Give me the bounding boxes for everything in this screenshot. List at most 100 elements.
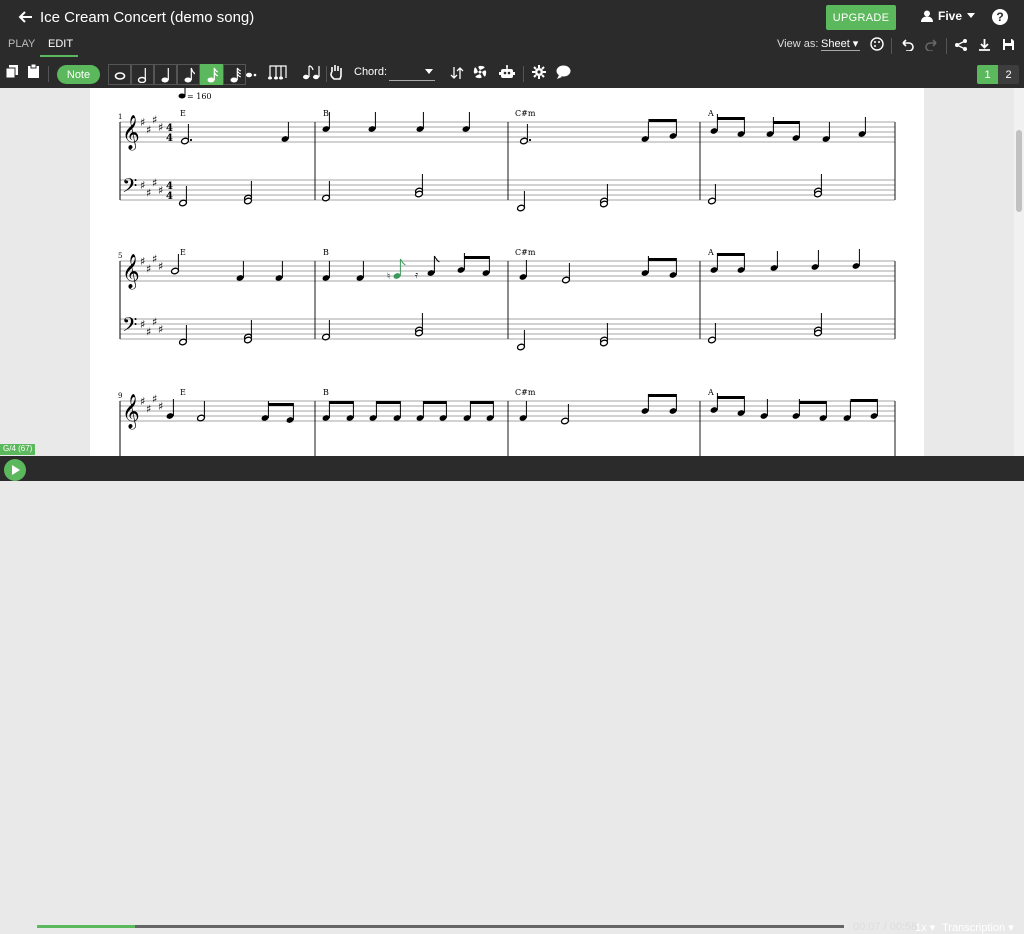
chevron-down-icon: [425, 69, 433, 74]
user-icon: [921, 10, 933, 22]
score-page[interactable]: = 160 1 𝄞 𝄢 ♯ ♯ ♯ ♯ ♯ ♯ ♯ ♯ 4 4 4 4 E B C#m A 5 𝄞 𝄢 ♯ ♯ ♯ ♯ ♯ ♯ ♯ ♯ E B…: [90, 88, 924, 456]
chord-symbol: B: [323, 388, 329, 397]
sharp-icon: ♯: [158, 323, 163, 336]
eighth-note-icon: [184, 67, 195, 82]
progress-track[interactable]: [37, 925, 844, 928]
copy-icon[interactable]: [5, 64, 19, 79]
save-icon[interactable]: [1002, 38, 1015, 51]
score-system[interactable]: 1 𝄞𝄢♯♯♯♯♯♯♯♯4444E B C#m A: [118, 109, 896, 212]
note-mode-button[interactable]: Note: [57, 65, 100, 84]
sharp-icon: ♯: [158, 260, 163, 273]
download-icon[interactable]: [978, 38, 991, 52]
mode-bar: PLAY EDIT View as: Sheet ▾: [0, 35, 1024, 59]
app-header: Ice Cream Concert (demo song) UPGRADE Fi…: [0, 0, 1024, 35]
chord-symbol: C#m: [515, 388, 536, 397]
quarter-note-button[interactable]: [154, 64, 177, 85]
share-icon[interactable]: [954, 38, 968, 52]
upgrade-button[interactable]: UPGRADE: [826, 5, 896, 30]
help-icon[interactable]: ?: [992, 9, 1008, 25]
thirty-second-note-button[interactable]: [223, 64, 246, 85]
rest-icon: 𝄿: [415, 270, 418, 281]
sharp-icon: ♯: [158, 400, 163, 413]
sharp-icon: ♯: [146, 403, 151, 416]
view-as-label: View as:: [777, 38, 819, 50]
page-selector: 1 2: [977, 65, 1019, 84]
user-name: Five: [938, 9, 963, 23]
chord-symbol: E: [180, 388, 186, 397]
chord-select[interactable]: [389, 64, 435, 81]
chord-symbol: E: [180, 109, 186, 118]
page-2-tab[interactable]: 2: [998, 65, 1019, 84]
chord-symbol: B: [323, 248, 329, 257]
score-system[interactable]: 5 𝄞𝄢♯♯♯♯♯♯♯♯E B C#m A♮ 𝄿: [118, 248, 896, 351]
transpose-icon[interactable]: [450, 66, 464, 80]
tie-note-icon[interactable]: [302, 64, 320, 80]
fan-icon[interactable]: [473, 65, 487, 79]
half-note-button[interactable]: [131, 64, 154, 85]
song-title: Ice Cream Concert (demo song): [40, 9, 255, 26]
sharp-icon: ♯: [140, 179, 145, 192]
play-button[interactable]: [4, 459, 26, 481]
comment-icon[interactable]: [556, 65, 571, 79]
tempo-marking: = 160: [178, 88, 212, 101]
vertical-scrollbar[interactable]: [1014, 88, 1024, 456]
redo-icon[interactable]: [925, 39, 939, 51]
tab-play[interactable]: PLAY: [8, 38, 35, 50]
paste-icon[interactable]: [27, 63, 40, 79]
score-canvas: = 160 1 𝄞 𝄢 ♯ ♯ ♯ ♯ ♯ ♯ ♯ ♯ 4 4 4 4 E B C#m A 5 𝄞 𝄢 ♯ ♯ ♯ ♯ ♯ ♯ ♯ ♯ E B…: [0, 88, 1024, 456]
sharp-icon: ♯: [140, 116, 145, 129]
score-notation[interactable]: = 160 1 𝄞𝄢♯♯♯♯♯♯♯♯4444E B C#m A5 𝄞𝄢♯♯♯♯♯♯♯♯E B…: [90, 88, 924, 456]
bass-clef-icon: 𝄢: [122, 313, 137, 341]
tuplet-icon[interactable]: [268, 64, 288, 80]
chord-symbol: A: [707, 248, 714, 257]
gear-icon[interactable]: [532, 65, 546, 79]
hand-tool-icon[interactable]: [329, 64, 343, 80]
treble-clef-icon: 𝄞: [122, 115, 140, 151]
dot-note-icon[interactable]: [245, 67, 257, 79]
score-system[interactable]: 9𝄞𝄢♯♯♯♯♯♯♯♯EBC#mA: [118, 388, 896, 456]
sharp-icon: ♯: [146, 124, 151, 137]
duration-selector: [108, 64, 246, 85]
view-as-select[interactable]: Sheet ▾: [821, 37, 861, 51]
sharp-icon: ♯: [158, 121, 163, 134]
sixteenth-note-button[interactable]: [200, 64, 223, 85]
chord-symbol: A: [707, 388, 714, 397]
chord-symbol: B: [323, 109, 329, 118]
chord-symbol: C#m: [515, 109, 536, 118]
sharp-icon: ♯: [140, 255, 145, 268]
sixteenth-note-icon: [207, 67, 218, 82]
sharp-icon: ♯: [146, 263, 151, 276]
playback-mode-select[interactable]: Transcription ▾: [942, 921, 1014, 934]
back-arrow-icon[interactable]: [16, 8, 34, 26]
sharp-icon: ♯: [140, 395, 145, 408]
whole-note-button[interactable]: [108, 64, 131, 85]
speed-select[interactable]: 1x ▾: [915, 921, 935, 934]
eighth-note-button[interactable]: [177, 64, 200, 85]
sharp-icon: ♯: [146, 326, 151, 339]
tab-edit[interactable]: EDIT: [48, 38, 73, 50]
scrollbar-thumb[interactable]: [1016, 130, 1022, 212]
chord-symbol: C#m: [515, 248, 536, 257]
active-tab-indicator: [40, 55, 78, 57]
player-bar: 00:07 / 00:58 1x ▾ Transcription ▾: [0, 456, 1024, 934]
whole-note-icon: [114, 71, 125, 80]
quarter-note-icon: [161, 67, 169, 82]
robot-icon[interactable]: [499, 64, 515, 80]
palette-icon[interactable]: [870, 37, 884, 51]
view-as-value: Sheet: [821, 38, 850, 50]
sharp-icon: ♯: [146, 187, 151, 200]
divider: [946, 38, 947, 54]
speed-value: 1x: [915, 922, 927, 934]
tempo-text: = 160: [187, 92, 212, 101]
page-1-tab[interactable]: 1: [977, 65, 998, 84]
sharp-icon: ♯: [158, 184, 163, 197]
bass-clef-icon: 𝄢: [122, 174, 137, 202]
chord-symbol: E: [180, 248, 186, 257]
user-menu[interactable]: Five: [921, 9, 976, 23]
playback-mode-value: Transcription: [942, 922, 1006, 934]
sharp-icon: ♯: [140, 318, 145, 331]
undo-icon[interactable]: [900, 39, 914, 51]
progress-fill: [37, 925, 135, 928]
sharp-icon: ♯: [152, 177, 157, 190]
chord-symbol: A: [707, 109, 714, 118]
